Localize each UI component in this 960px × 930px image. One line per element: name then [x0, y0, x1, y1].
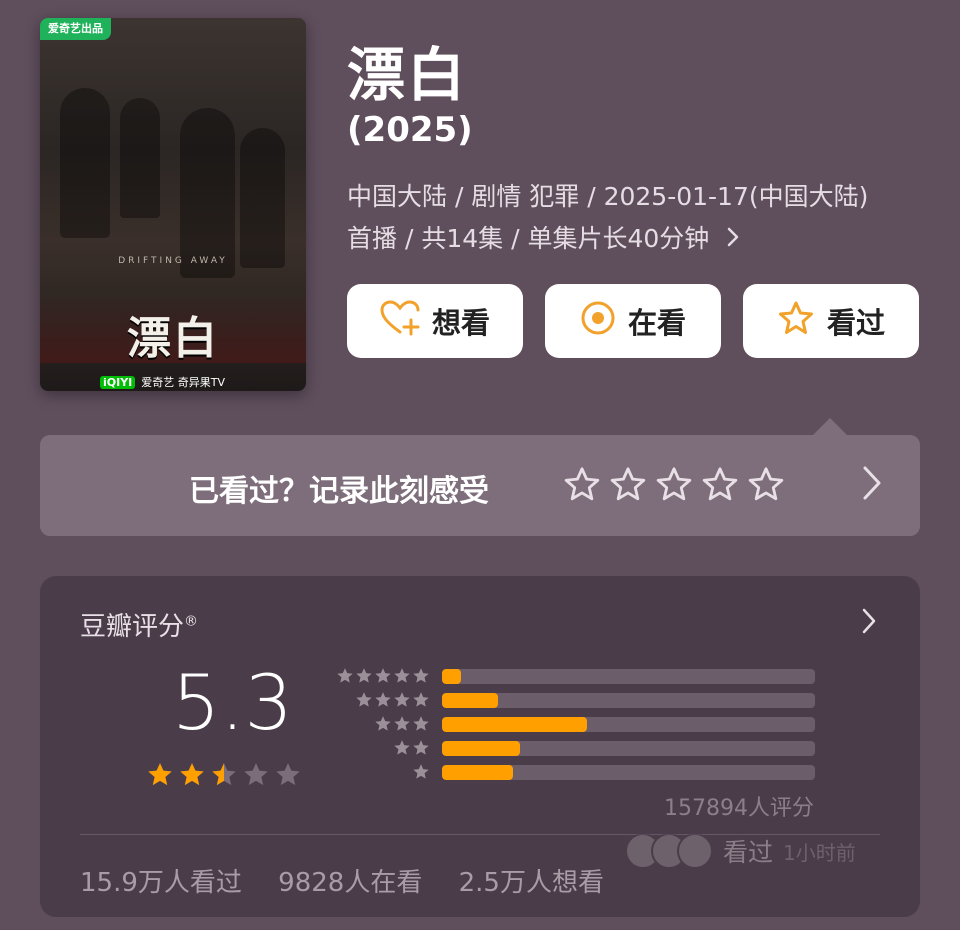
avatar	[677, 833, 713, 869]
distribution-bar	[442, 716, 588, 732]
watched-button[interactable]: 看过	[743, 284, 919, 358]
chevron-right-icon	[727, 218, 739, 260]
audience-summary: 15.9万人看过 9828人在看 2.5万人想看	[80, 862, 632, 899]
heart-plus-icon	[380, 299, 432, 343]
star-icon	[375, 668, 391, 683]
star-icon	[413, 692, 429, 707]
star-icon	[180, 763, 204, 786]
watched-count: 15.9万人看过	[80, 868, 242, 898]
star-icon	[394, 740, 410, 755]
rate-star-icon[interactable]	[655, 466, 693, 504]
poster-figure	[180, 108, 235, 278]
distribution-row	[336, 664, 815, 688]
movie-meta[interactable]: 中国大陆 / 剧情 犯罪 / 2025-01-17(中国大陆) 首播 / 共14…	[347, 176, 927, 260]
star-icon	[394, 668, 410, 683]
star-icon	[356, 692, 372, 707]
distribution-track	[442, 764, 815, 780]
star-icon	[413, 716, 429, 731]
star-icon	[337, 668, 353, 683]
distribution-track	[442, 740, 815, 756]
distribution-row	[336, 688, 815, 712]
distribution-row	[336, 712, 815, 736]
rating-count: 157894人评分	[664, 796, 814, 821]
distribution-track	[442, 668, 815, 684]
star-icon	[413, 740, 429, 755]
meta-line-1: 中国大陆 / 剧情 犯罪 / 2025-01-17(中国大陆)	[347, 182, 869, 211]
chevron-right-icon	[862, 465, 882, 505]
poster-figure	[120, 98, 160, 218]
rate-prompt-text: 已看过？记录此刻感受	[189, 474, 489, 509]
poster-figure	[240, 128, 285, 268]
popover-pointer	[812, 418, 848, 436]
poster-image[interactable]: 爱奇艺出品 DRIFTING AWAY 漂白 iQIYI 爱奇艺 奇异果TV	[40, 18, 306, 391]
rating-stars	[146, 761, 302, 789]
rating-label: 豆瓣评分®	[80, 606, 198, 643]
star-icon	[244, 763, 268, 786]
rating-score: 5.3	[172, 658, 293, 747]
star-icon	[394, 716, 410, 731]
rate-star-icon[interactable]	[609, 466, 647, 504]
rate-star-icon[interactable]	[701, 466, 739, 504]
friends-watched-time: 1小时前	[783, 840, 856, 865]
distribution-bar	[442, 740, 521, 756]
friends-watched-label: 看过	[723, 838, 774, 867]
rate-stars[interactable]	[563, 466, 785, 504]
chevron-right-icon	[862, 608, 876, 638]
distribution-bar	[442, 668, 461, 684]
poster-platform: iQIYI 爱奇艺 奇异果TV	[100, 374, 225, 390]
poster-badge: 爱奇艺出品	[40, 18, 111, 40]
watching-button[interactable]: 在看	[545, 284, 721, 358]
star-icon	[356, 668, 372, 683]
platform-text: 爱奇艺 奇异果TV	[141, 376, 226, 389]
want-button[interactable]: 想看	[347, 284, 523, 358]
distribution-stars	[336, 715, 430, 733]
rate-star-icon[interactable]	[747, 466, 785, 504]
friends-watched[interactable]: 看过 1小时前	[625, 833, 856, 869]
star-icon	[413, 764, 429, 779]
poster-figure	[60, 88, 110, 238]
watching-label: 在看	[627, 306, 686, 340]
star-icon	[276, 763, 300, 786]
star-icon	[375, 716, 391, 731]
poster-subtitle: DRIFTING AWAY	[118, 256, 228, 266]
rating-distribution	[336, 664, 815, 784]
distribution-stars	[336, 739, 430, 757]
poster-title: 漂白	[127, 313, 219, 364]
meta-line-2: 首播 / 共14集 / 单集片长40分钟	[347, 218, 927, 260]
target-circle-icon	[580, 300, 628, 343]
distribution-track	[442, 716, 815, 732]
registered-mark: ®	[184, 613, 199, 630]
platform-logo: iQIYI	[100, 376, 136, 389]
star-icon	[375, 692, 391, 707]
distribution-track	[442, 692, 815, 708]
distribution-stars	[336, 763, 430, 781]
douban-rating-card[interactable]: 豆瓣评分® 5.3 157894人评分 15.9万人看过 9828人在看 2.5…	[40, 576, 920, 917]
star-icon	[394, 692, 410, 707]
star-icon	[148, 763, 172, 786]
watching-count: 9828人在看	[278, 868, 423, 898]
distribution-bar	[442, 692, 498, 708]
release-year: (2025)	[347, 110, 473, 150]
watched-label: 看过	[826, 306, 885, 340]
distribution-row	[336, 760, 815, 784]
star-icon	[212, 763, 236, 786]
page-title: 漂白	[347, 41, 468, 109]
star-icon	[413, 668, 429, 683]
rate-prompt-bar[interactable]: 已看过？记录此刻感受	[40, 435, 920, 536]
distribution-row	[336, 736, 815, 760]
star-outline-icon	[777, 300, 827, 343]
distribution-stars	[336, 667, 430, 685]
rating-label-text: 豆瓣评分	[80, 612, 185, 642]
rate-star-icon[interactable]	[563, 466, 601, 504]
distribution-bar	[442, 764, 513, 780]
want-count: 2.5万人想看	[458, 868, 604, 898]
distribution-stars	[336, 691, 430, 709]
meta-line-2-text: 首播 / 共14集 / 单集片长40分钟	[347, 224, 710, 253]
want-label: 想看	[431, 306, 490, 340]
